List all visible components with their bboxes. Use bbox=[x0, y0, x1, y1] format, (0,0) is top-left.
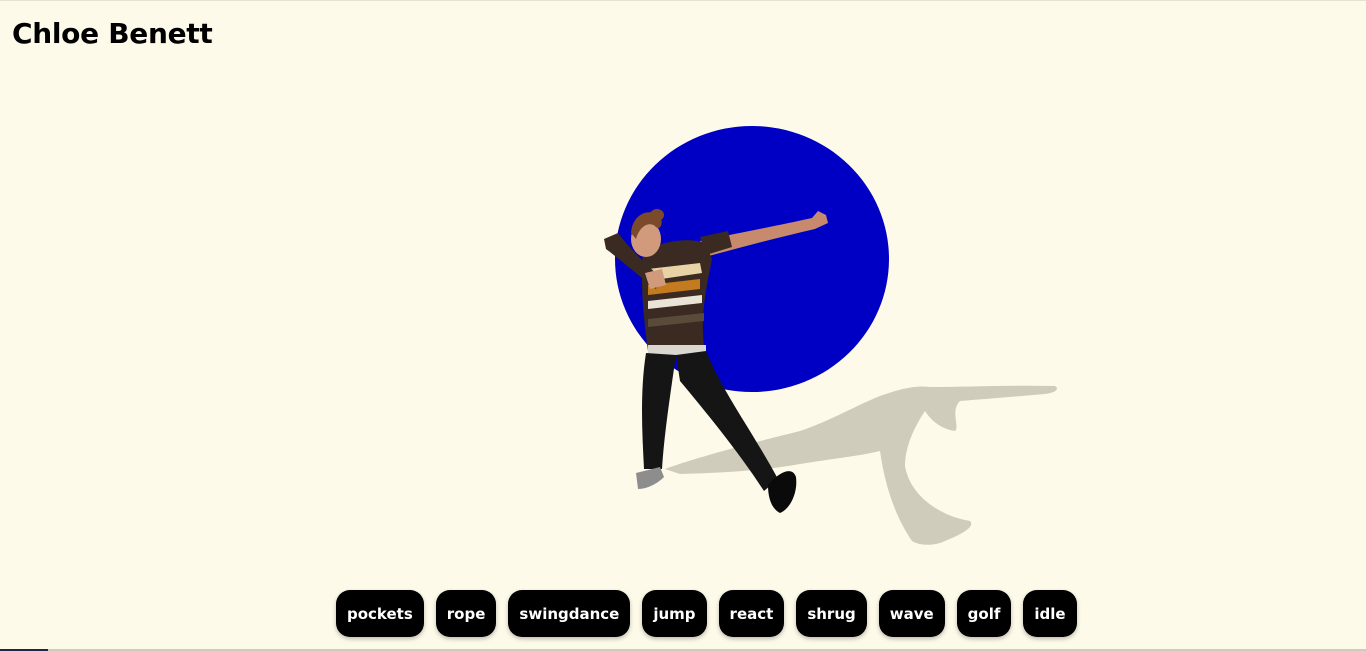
animation-button-golf[interactable]: golf bbox=[956, 590, 1012, 637]
animation-button-shrug[interactable]: shrug bbox=[796, 590, 867, 637]
animation-button-react[interactable]: react bbox=[718, 590, 785, 637]
animation-button-swingdance[interactable]: swingdance bbox=[508, 590, 631, 637]
page: Chloe Benett pockets rope swingdance jum… bbox=[0, 0, 1366, 651]
animation-button-rope[interactable]: rope bbox=[435, 590, 497, 637]
character-shoe-left bbox=[636, 467, 664, 489]
animation-button-idle[interactable]: idle bbox=[1023, 590, 1077, 637]
animation-button-jump[interactable]: jump bbox=[642, 590, 707, 637]
animation-controls: pockets rope swingdance jump react shrug… bbox=[336, 590, 1077, 637]
animation-button-wave[interactable]: wave bbox=[878, 590, 945, 637]
character-leg-left bbox=[642, 353, 676, 469]
3d-scene-canvas[interactable] bbox=[0, 1, 1366, 651]
animation-button-pockets[interactable]: pockets bbox=[336, 590, 424, 637]
